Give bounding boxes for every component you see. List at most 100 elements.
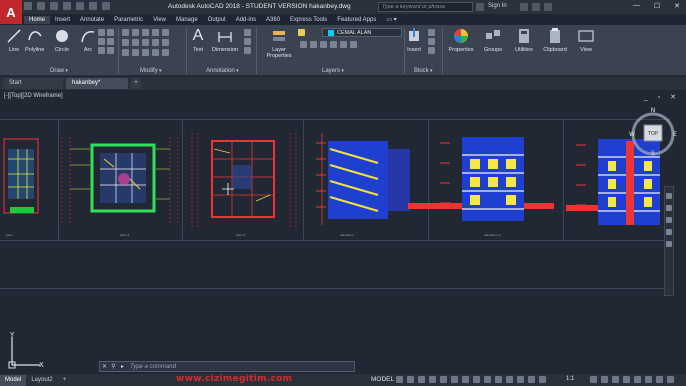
arc-button[interactable]: Arc bbox=[80, 28, 96, 53]
zoom-icon[interactable] bbox=[666, 217, 672, 223]
circle-button[interactable]: Circle bbox=[54, 28, 70, 53]
maximize-icon[interactable]: ☐ bbox=[654, 2, 660, 10]
tab-featured-apps[interactable]: Featured Apps bbox=[332, 16, 381, 24]
utilities-button[interactable]: Utilities bbox=[510, 28, 538, 53]
leader-icon[interactable] bbox=[244, 29, 251, 36]
clean-screen-icon[interactable] bbox=[656, 376, 663, 383]
polyline-button[interactable]: Polyline bbox=[25, 28, 44, 53]
join-icon[interactable] bbox=[162, 49, 169, 56]
edit-block-icon[interactable] bbox=[428, 38, 435, 45]
view-button[interactable]: View bbox=[576, 28, 596, 53]
tab-a360[interactable]: A360 bbox=[261, 16, 285, 24]
modify-panel-label[interactable]: Modify bbox=[140, 68, 162, 74]
selection-cycling-icon[interactable] bbox=[495, 376, 502, 383]
viewport-window-controls[interactable]: _ ▫ ✕ bbox=[644, 93, 680, 101]
erase-icon[interactable] bbox=[152, 29, 159, 36]
exchange-icon[interactable] bbox=[532, 3, 540, 11]
viewcube[interactable]: TOP N S W E bbox=[627, 104, 679, 156]
save-icon[interactable] bbox=[50, 2, 58, 10]
close-command-icon[interactable]: ✕ bbox=[100, 363, 109, 370]
plot-icon[interactable] bbox=[76, 2, 84, 10]
properties-button[interactable]: Properties bbox=[446, 28, 476, 53]
array-icon[interactable] bbox=[142, 49, 149, 56]
scale-icon[interactable] bbox=[132, 49, 139, 56]
gradient-icon[interactable] bbox=[107, 38, 114, 45]
lightbulb-icon[interactable] bbox=[298, 29, 305, 36]
redo-icon[interactable] bbox=[102, 2, 110, 10]
insert-button[interactable]: Insert bbox=[406, 28, 422, 53]
stretch-icon[interactable] bbox=[122, 49, 129, 56]
new-tab-button[interactable]: + bbox=[131, 78, 141, 89]
block-panel-label[interactable]: Block bbox=[414, 68, 433, 74]
tab-view[interactable]: View bbox=[148, 16, 171, 24]
annotation-visibility-icon[interactable] bbox=[506, 376, 513, 383]
trim-icon[interactable] bbox=[142, 29, 149, 36]
table-icon[interactable] bbox=[244, 38, 251, 45]
layer-previous-icon[interactable] bbox=[350, 41, 357, 48]
move-icon[interactable] bbox=[122, 29, 129, 36]
layer-on-icon[interactable] bbox=[300, 41, 307, 48]
close-icon[interactable]: ✕ bbox=[674, 2, 680, 10]
sign-in-button[interactable]: Sign In bbox=[488, 3, 507, 9]
object-tracking-icon[interactable] bbox=[451, 376, 458, 383]
transparency-icon[interactable] bbox=[484, 376, 491, 383]
ellipse-icon[interactable] bbox=[98, 38, 105, 45]
user-icon[interactable] bbox=[476, 3, 484, 11]
annotation-scale-icon[interactable] bbox=[528, 376, 535, 383]
offset-icon[interactable] bbox=[162, 39, 169, 46]
modify-more-icon[interactable] bbox=[162, 29, 169, 36]
draw-panel-label[interactable]: Draw bbox=[50, 68, 68, 74]
explode-icon[interactable] bbox=[152, 39, 159, 46]
save-as-icon[interactable] bbox=[63, 2, 71, 10]
fillet-icon[interactable] bbox=[142, 39, 149, 46]
dimension-button[interactable]: Dimension bbox=[212, 28, 238, 53]
cart-icon[interactable] bbox=[520, 3, 528, 11]
new-icon[interactable] bbox=[24, 2, 32, 10]
polar-icon[interactable] bbox=[429, 376, 436, 383]
isolate-objects-icon[interactable] bbox=[634, 376, 641, 383]
layer-dropdown[interactable]: CEMAL ALAN bbox=[322, 28, 402, 37]
clipboard-button[interactable]: Clipboard bbox=[540, 28, 570, 53]
tab-output[interactable]: Output bbox=[203, 16, 231, 24]
open-icon[interactable] bbox=[37, 2, 45, 10]
tab-annotate[interactable]: Annotate bbox=[75, 16, 109, 24]
tab-express-tools[interactable]: Express Tools bbox=[285, 16, 332, 24]
ribbon-toggle-icon[interactable]: ▭ ▾ bbox=[381, 15, 401, 24]
line-button[interactable]: Line bbox=[6, 28, 22, 53]
undo-icon[interactable] bbox=[89, 2, 97, 10]
plus-icon[interactable] bbox=[601, 376, 608, 383]
rectangle-icon[interactable] bbox=[98, 29, 105, 36]
file-tab-hakanbey[interactable]: hakanbey* bbox=[66, 78, 128, 89]
settings-icon[interactable] bbox=[590, 376, 597, 383]
isodraft-icon[interactable] bbox=[440, 376, 447, 383]
model-space-toggle[interactable]: MODEL bbox=[371, 376, 394, 383]
hatch-icon[interactable] bbox=[107, 29, 114, 36]
viewport-controls-label[interactable]: [-][Top][2D Wireframe] bbox=[4, 93, 63, 99]
block-attributes-icon[interactable] bbox=[428, 47, 435, 54]
quick-properties-icon[interactable] bbox=[623, 376, 630, 383]
tab-manage[interactable]: Manage bbox=[171, 16, 203, 24]
recent-commands-icon[interactable]: ▸ bbox=[118, 363, 127, 370]
customize-command-icon[interactable]: ⚲ bbox=[109, 363, 118, 370]
application-menu-button[interactable]: A bbox=[0, 0, 22, 24]
markup-icon[interactable] bbox=[244, 47, 251, 54]
tab-home[interactable]: Home bbox=[24, 15, 51, 24]
layer-iso-icon[interactable] bbox=[330, 41, 337, 48]
command-input[interactable]: Type a command bbox=[127, 364, 176, 370]
tab-add-ins[interactable]: Add-ins bbox=[231, 16, 261, 24]
pan-icon[interactable] bbox=[666, 205, 672, 211]
model-tab[interactable]: Model bbox=[0, 374, 27, 386]
layer-match-icon[interactable] bbox=[340, 41, 347, 48]
ortho-icon[interactable] bbox=[418, 376, 425, 383]
annotation-panel-label[interactable]: Annotation bbox=[206, 68, 239, 74]
add-layout-button[interactable]: + bbox=[58, 375, 72, 386]
boundary-icon[interactable] bbox=[107, 47, 114, 54]
orbit-icon[interactable] bbox=[666, 229, 672, 235]
search-input[interactable]: Type a keyword or phrase bbox=[378, 2, 473, 12]
layout-tab[interactable]: Layout2 bbox=[26, 375, 57, 386]
layer-properties-button[interactable]: Layer Properties bbox=[262, 28, 296, 59]
lineweight-icon[interactable] bbox=[473, 376, 480, 383]
snap-icon[interactable] bbox=[407, 376, 414, 383]
drawing-sheets[interactable]: plan plan 2 plan 3 elevation elevation 2 bbox=[0, 119, 670, 241]
auto-scale-icon[interactable] bbox=[517, 376, 524, 383]
